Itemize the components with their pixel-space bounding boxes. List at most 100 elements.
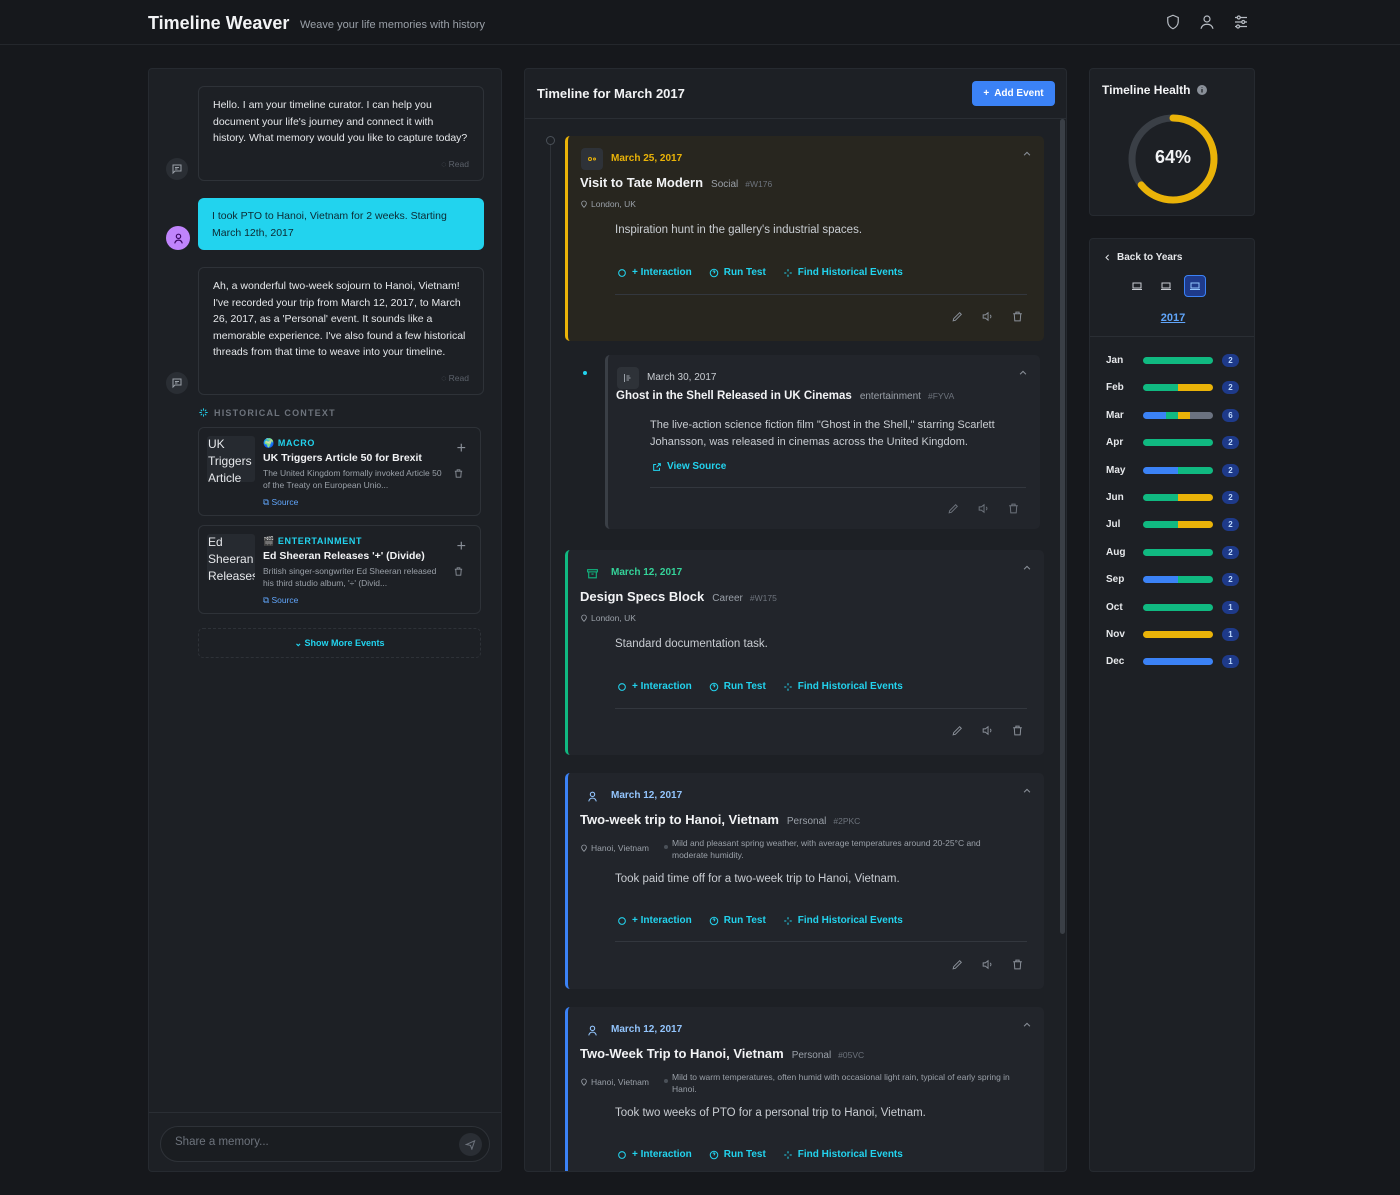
edit-icon[interactable]	[951, 724, 964, 737]
help-circle-icon	[709, 916, 719, 925]
trash-icon[interactable]	[1011, 724, 1024, 737]
trash-icon[interactable]	[453, 468, 464, 479]
month-name: Jan	[1106, 355, 1124, 366]
historical-event-card[interactable]: March 30, 2017 Ghost in the Shell Releas…	[605, 355, 1040, 529]
add-event-button[interactable]: + Add Event	[972, 81, 1055, 106]
month-count-badge: 1	[1222, 655, 1239, 669]
shield-icon[interactable]	[1164, 13, 1182, 31]
scrollbar[interactable]	[1060, 119, 1065, 934]
event-title-text: Two-week trip to Hanoi, Vietnam	[580, 812, 779, 827]
month-row[interactable]: May 2	[1106, 463, 1241, 478]
month-row[interactable]: Feb 2	[1106, 381, 1241, 395]
bar-segment-green	[1143, 439, 1213, 447]
event-date: March 30, 2017	[647, 372, 717, 383]
back-to-years-button[interactable]: Back to Years	[1103, 252, 1182, 263]
interaction-button[interactable]: + Interaction	[617, 915, 692, 926]
view-option-3[interactable]	[1184, 275, 1206, 297]
show-more-button[interactable]: ⌄ Show More Events	[198, 628, 481, 658]
run-test-button[interactable]: Run Test	[709, 681, 766, 692]
month-name: May	[1106, 464, 1126, 476]
chevron-up-icon[interactable]	[1022, 563, 1032, 573]
add-icon[interactable]: +	[457, 440, 466, 458]
timeline-title: Timeline for March 2017	[537, 86, 685, 101]
speaker-icon[interactable]	[981, 958, 994, 971]
month-row[interactable]: Sep 2	[1106, 573, 1241, 587]
month-row[interactable]: Mar 6	[1106, 408, 1241, 423]
speaker-icon[interactable]	[981, 310, 994, 323]
month-name: Dec	[1106, 656, 1125, 668]
interaction-button[interactable]: + Interaction	[617, 681, 692, 692]
chevron-up-icon[interactable]	[1022, 149, 1032, 159]
source-link[interactable]: ⧉ Source	[263, 595, 298, 606]
trash-icon[interactable]	[1011, 310, 1024, 323]
find-historical-button[interactable]: Find Historical Events	[783, 1149, 903, 1160]
month-row[interactable]: Jan 2	[1106, 354, 1241, 368]
interaction-button[interactable]: + Interaction	[617, 267, 692, 278]
source-link[interactable]: ⧉ Source	[263, 497, 298, 508]
view-option-1[interactable]	[1126, 275, 1148, 297]
trash-icon[interactable]	[1007, 502, 1020, 515]
month-row[interactable]: Apr 2	[1106, 436, 1241, 450]
user-message: I took PTO to Hanoi, Vietnam for 2 weeks…	[198, 198, 484, 250]
interaction-button[interactable]: + Interaction	[617, 1149, 692, 1160]
historical-event-card[interactable]: UK Triggers Article 🌍 MACRO UK Triggers …	[198, 427, 481, 516]
speaker-icon[interactable]	[981, 724, 994, 737]
top-bar: Timeline Weaver Weave your life memories…	[0, 0, 1400, 45]
month-row[interactable]: Aug 2	[1106, 545, 1241, 560]
send-icon	[465, 1139, 476, 1150]
film-icon	[624, 374, 631, 382]
send-button[interactable]	[459, 1133, 482, 1156]
bar-segment-green	[1143, 357, 1213, 364]
edit-icon[interactable]	[951, 958, 964, 971]
read-status: ◌ Read	[441, 372, 469, 383]
event-card[interactable]: March 12, 2017 Two-Week Trip to Hanoi, V…	[565, 1007, 1044, 1171]
view-option-2[interactable]	[1155, 275, 1177, 297]
event-description: Took paid time off for a two-week trip t…	[615, 873, 900, 885]
event-card[interactable]: March 12, 2017 Two-week trip to Hanoi, V…	[565, 773, 1044, 989]
month-name: Sep	[1106, 574, 1125, 586]
user-icon[interactable]	[1198, 13, 1216, 31]
month-name: Oct	[1106, 601, 1123, 613]
add-icon[interactable]: +	[457, 538, 466, 556]
chevron-up-icon[interactable]	[1018, 368, 1028, 378]
view-source-link[interactable]: View Source	[652, 461, 726, 472]
memory-input[interactable]	[175, 1136, 445, 1148]
app-tagline: Weave your life memories with history	[300, 19, 486, 31]
month-row[interactable]: Jun 2	[1106, 491, 1241, 505]
event-title: Two-week trip to Hanoi, Vietnam Personal #…	[580, 812, 860, 827]
event-actions: + Interaction Run Test Find Historical E…	[617, 1149, 903, 1160]
find-historical-button[interactable]: Find Historical Events	[783, 681, 903, 692]
event-card[interactable]: March 12, 2017 Design Specs Block Career #…	[565, 550, 1044, 755]
month-row[interactable]: Jul 2	[1106, 518, 1241, 532]
chevron-up-icon[interactable]	[1022, 1020, 1032, 1030]
speaker-icon[interactable]	[977, 502, 990, 515]
edit-icon[interactable]	[947, 502, 960, 515]
month-row[interactable]: Oct 1	[1106, 600, 1241, 615]
run-test-button[interactable]: Run Test	[709, 267, 766, 278]
edit-icon[interactable]	[951, 310, 964, 323]
run-test-button[interactable]: Run Test	[709, 1149, 766, 1160]
event-type-box	[581, 1019, 603, 1041]
location-text: Hanoi, Vietnam	[591, 843, 649, 853]
find-historical-button[interactable]: Find Historical Events	[783, 915, 903, 926]
interaction-label: + Interaction	[632, 915, 692, 926]
month-bar	[1143, 439, 1213, 447]
sliders-icon[interactable]	[1232, 13, 1250, 31]
month-row[interactable]: Nov 1	[1106, 628, 1241, 642]
divider	[149, 1112, 501, 1113]
bar-segment-green	[1178, 466, 1213, 474]
event-card[interactable]: March 25, 2017 Visit to Tate Modern Socia…	[565, 136, 1044, 341]
find-historical-button[interactable]: Find Historical Events	[783, 267, 903, 278]
info-icon	[1197, 85, 1208, 95]
trash-icon[interactable]	[453, 566, 464, 577]
year-link[interactable]: 2017	[1090, 312, 1256, 324]
trash-icon[interactable]	[1011, 958, 1024, 971]
event-code: #2PKC	[833, 816, 861, 826]
source-label: Source	[271, 595, 299, 605]
month-row[interactable]: Dec 1	[1106, 655, 1241, 669]
find-historical-label: Find Historical Events	[797, 915, 903, 926]
chevron-up-icon[interactable]	[1022, 786, 1032, 796]
run-test-button[interactable]: Run Test	[709, 915, 766, 926]
chat-bubble-icon	[172, 378, 182, 389]
historical-event-card[interactable]: Ed Sheeran Releases 🎬 ENTERTAINMENT Ed S…	[198, 525, 481, 614]
